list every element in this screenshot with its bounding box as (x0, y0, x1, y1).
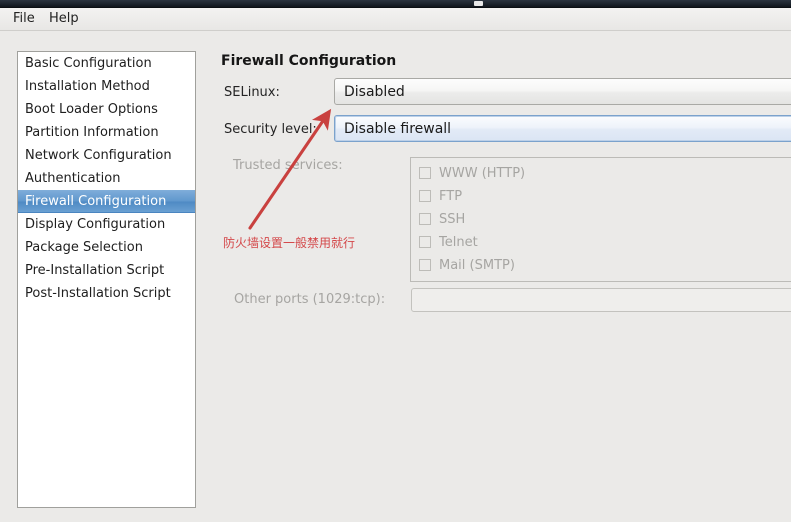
trusted-service-ftp: FTP (419, 187, 462, 205)
trusted-service-ssh: SSH (419, 210, 465, 228)
menu-item-file[interactable]: File (6, 10, 42, 28)
sidebar-item-authentication[interactable]: Authentication (18, 167, 195, 190)
window-titlebar[interactable] (0, 0, 791, 8)
selinux-combobox[interactable]: Disabled (334, 78, 791, 105)
titlebar-glyph (474, 1, 483, 6)
sidebar-screen-list[interactable]: Basic Configuration Installation Method … (17, 51, 196, 508)
trusted-service-label: FTP (439, 188, 463, 204)
sidebar-item-firewall-configuration[interactable]: Firewall Configuration (18, 190, 195, 213)
sidebar-item-network-configuration[interactable]: Network Configuration (18, 144, 195, 167)
sidebar-item-display-configuration[interactable]: Display Configuration (18, 213, 195, 236)
checkbox-icon (419, 167, 431, 179)
trusted-service-www-http: WWW (HTTP) (419, 164, 525, 182)
checkbox-icon (419, 213, 431, 225)
trusted-service-label: Mail (SMTP) (439, 257, 515, 273)
checkbox-icon (419, 259, 431, 271)
annotation-note-text: 防火墙设置一般禁用就行 (223, 236, 356, 250)
other-ports-label: Other ports (1029:tcp): (234, 292, 386, 307)
other-ports-input (411, 288, 791, 312)
sidebar-item-basic-configuration[interactable]: Basic Configuration (18, 52, 195, 75)
trusted-service-label: WWW (HTTP) (439, 165, 526, 181)
menubar: File Help (0, 8, 791, 31)
sidebar-item-pre-installation-script[interactable]: Pre-Installation Script (18, 259, 195, 282)
sidebar-item-post-installation-script[interactable]: Post-Installation Script (18, 282, 195, 305)
selinux-combobox-value: Disabled (344, 84, 405, 100)
sidebar-item-installation-method[interactable]: Installation Method (18, 75, 195, 98)
menu-item-help[interactable]: Help (42, 10, 86, 28)
trusted-services-label: Trusted services: (233, 158, 343, 173)
kickstart-configurator-window: File Help Basic Configuration Installati… (0, 0, 791, 522)
trusted-services-list: WWW (HTTP) FTP SSH Telnet Mail (SMTP) (410, 157, 791, 282)
trusted-service-label: SSH (439, 211, 466, 227)
trusted-service-label: Telnet (439, 234, 478, 250)
security-level-combobox-value: Disable firewall (344, 121, 452, 137)
sidebar-item-package-selection[interactable]: Package Selection (18, 236, 195, 259)
sidebar-item-partition-information[interactable]: Partition Information (18, 121, 195, 144)
security-level-combobox[interactable]: Disable firewall (334, 115, 791, 142)
page-title: Firewall Configuration (221, 53, 397, 69)
checkbox-icon (419, 236, 431, 248)
selinux-label: SELinux: (224, 85, 280, 100)
trusted-service-telnet: Telnet (419, 233, 478, 251)
checkbox-icon (419, 190, 431, 202)
trusted-service-mail-smtp: Mail (SMTP) (419, 256, 515, 274)
security-level-label: Security level: (224, 122, 317, 137)
sidebar-item-boot-loader-options[interactable]: Boot Loader Options (18, 98, 195, 121)
